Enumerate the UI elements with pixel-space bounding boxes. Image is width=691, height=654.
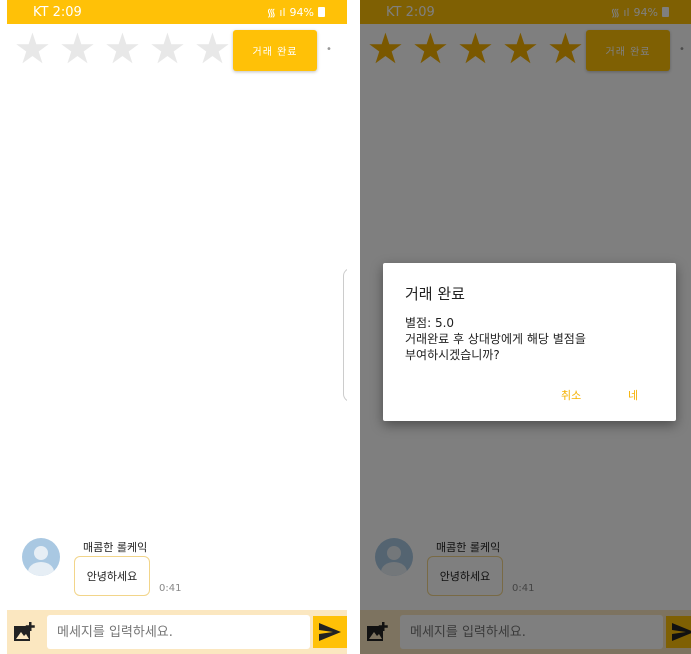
star-rating[interactable]: ★ ★ ★ ★ ★	[10, 28, 235, 70]
add-image-icon[interactable]	[13, 622, 35, 642]
send-button[interactable]	[313, 616, 347, 648]
status-bar: KT 2:09 ᯾ ıl 94%	[7, 0, 347, 24]
message-bubble: 안녕하세요	[74, 556, 150, 596]
scroll-indicator	[343, 268, 347, 402]
message-time: 0:41	[159, 583, 182, 594]
more-options-icon[interactable]: •	[326, 44, 332, 55]
message-input[interactable]	[47, 615, 310, 649]
avatar	[22, 538, 60, 576]
star-icon[interactable]: ★	[190, 28, 235, 70]
cancel-button[interactable]: 취소	[561, 387, 581, 403]
wifi-signal-icon: ᯾ ıl	[266, 5, 286, 19]
battery-icon	[318, 7, 325, 17]
status-time: KT 2:09	[33, 4, 82, 20]
star-icon[interactable]: ★	[10, 28, 55, 70]
status-indicators: ᯾ ıl 94%	[267, 5, 325, 20]
star-icon[interactable]: ★	[100, 28, 145, 70]
send-icon	[319, 623, 341, 641]
confirm-button[interactable]: 네	[628, 387, 638, 403]
star-icon[interactable]: ★	[145, 28, 190, 70]
chat-screen-before: KT 2:09 ᯾ ıl 94% ★ ★ ★ ★ ★ 거래 완료 • 매콤한 롤…	[7, 0, 347, 654]
complete-trade-button[interactable]: 거래 완료	[233, 30, 317, 71]
chat-screen-dialog: KT 2:09 ᯾ ıl 94% ★ ★ ★ ★ ★ 거래 완료 • 매콤한 롤…	[360, 0, 691, 654]
star-icon[interactable]: ★	[55, 28, 100, 70]
dialog-message: 별점: 5.0 거래완료 후 상대방에게 해당 별점을 부여하시겠습니까?	[405, 316, 586, 362]
dialog-title: 거래 완료	[405, 285, 465, 303]
battery-percent: 94%	[289, 5, 314, 19]
message-input-bar	[7, 610, 347, 654]
confirm-dialog: 거래 완료 별점: 5.0 거래완료 후 상대방에게 해당 별점을 부여하시겠습…	[383, 263, 676, 421]
sender-name: 매콤한 롤케익	[83, 541, 148, 554]
